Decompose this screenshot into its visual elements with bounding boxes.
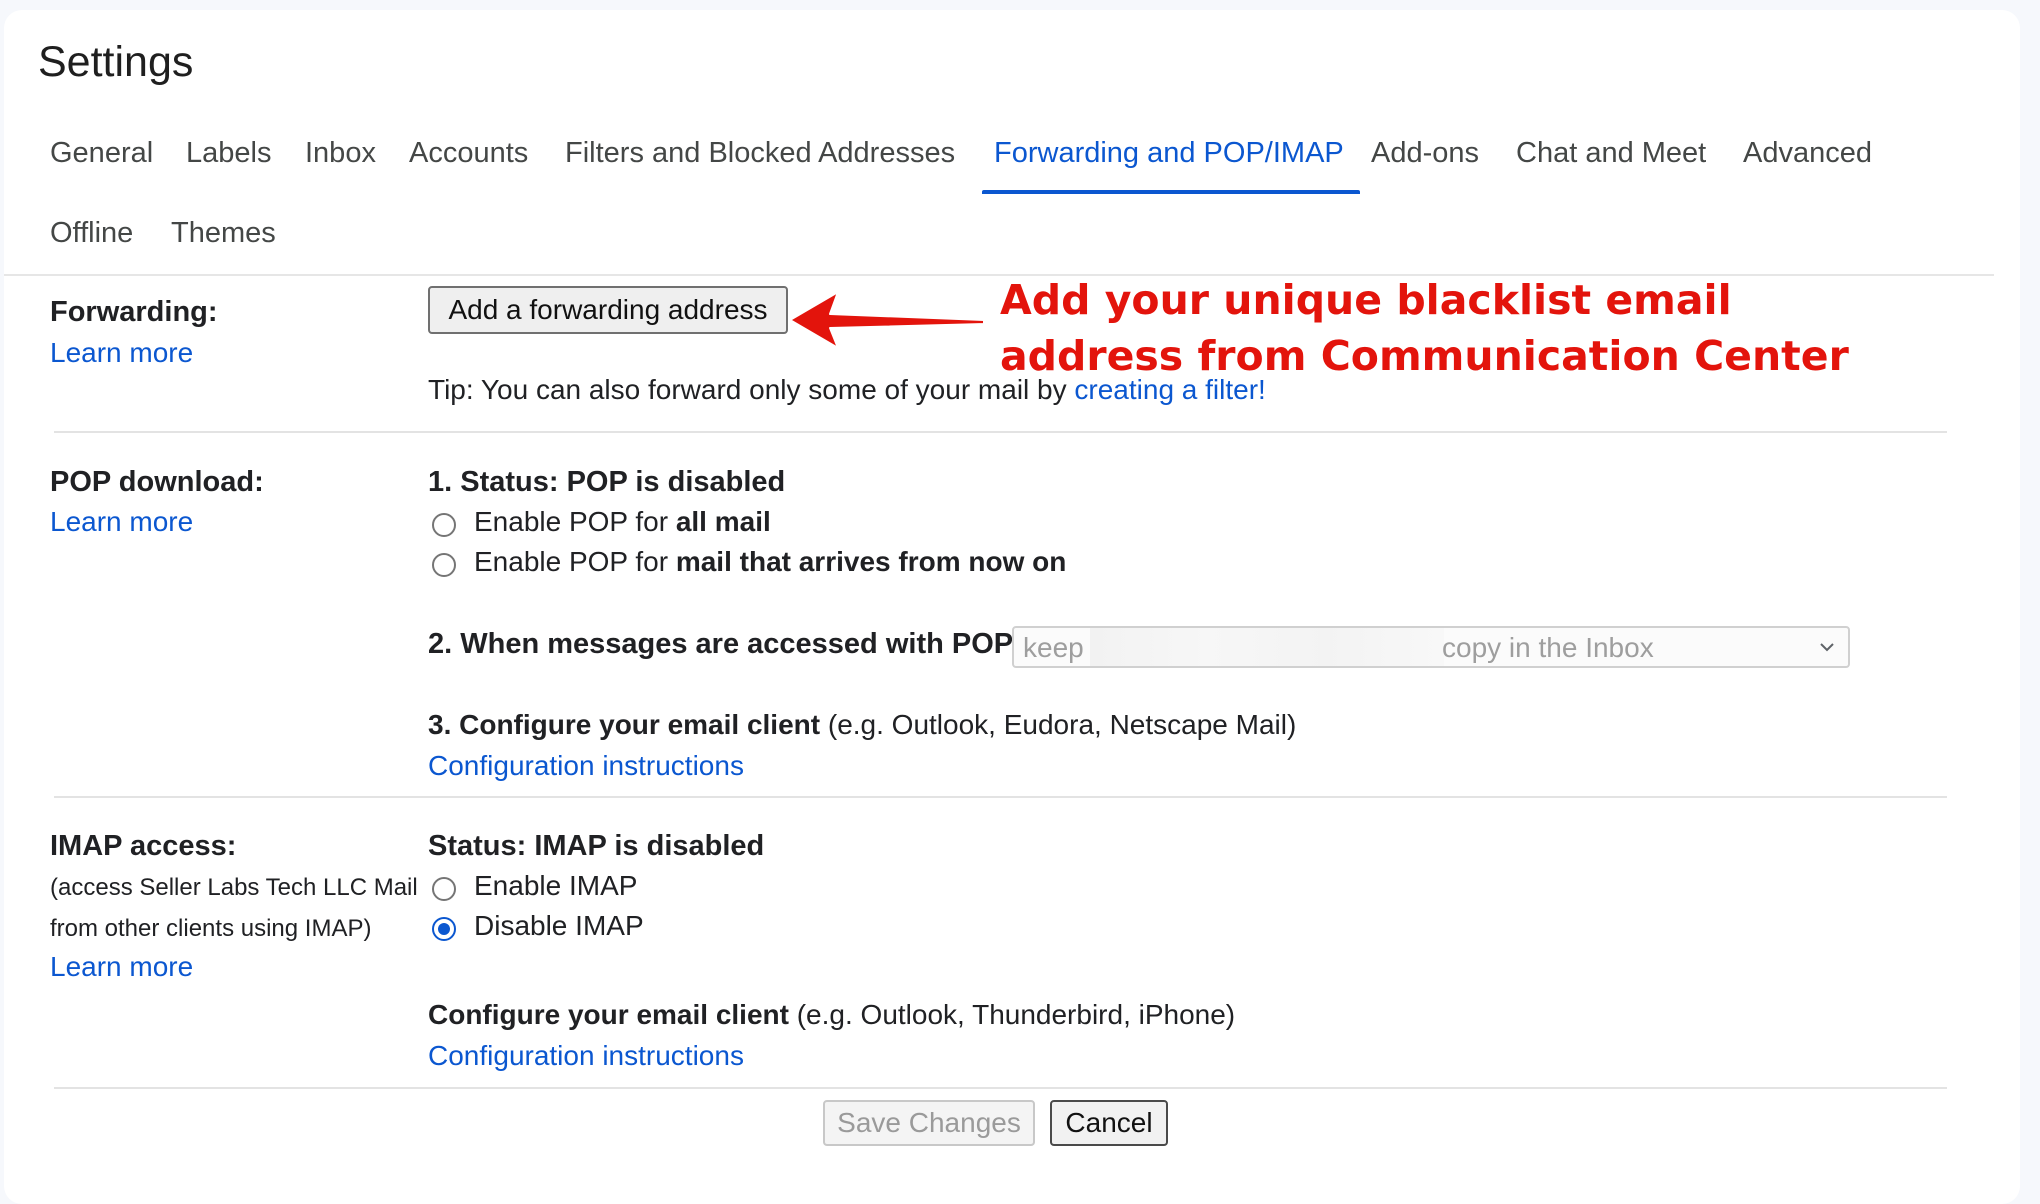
forwarding-tip: Tip: You can also forward only some of y… <box>428 374 1266 406</box>
annotation-arrow-icon <box>790 291 984 348</box>
enable-imap-label: Enable IMAP <box>474 870 638 901</box>
tab-inbox[interactable]: Inbox <box>305 137 376 170</box>
pop-download-label: POP download: <box>50 466 264 498</box>
page-title: Settings <box>38 38 194 86</box>
imap-configure-examples: (e.g. Outlook, Thunderbird, iPhone) <box>788 999 1236 1030</box>
active-tab-indicator <box>982 190 1360 194</box>
cancel-button[interactable]: Cancel <box>1050 1100 1168 1146</box>
pop-all-mail-label: Enable POP for all mail <box>474 506 771 538</box>
tab-forwarding-pop-imap[interactable]: Forwarding and POP/IMAP <box>994 137 1344 170</box>
pop-from-now-radio[interactable] <box>432 553 456 577</box>
imap-status: Status: IMAP is disabled <box>428 830 765 862</box>
tab-accounts[interactable]: Accounts <box>409 137 528 170</box>
pop-all-mail-bold: all mail <box>675 506 771 537</box>
imap-configuration-instructions-link[interactable]: Configuration instructions <box>428 1040 744 1072</box>
tab-themes[interactable]: Themes <box>171 217 276 250</box>
forwarding-learn-more-link[interactable]: Learn more <box>50 337 193 369</box>
pop-all-mail-prefix: Enable POP for <box>474 506 676 537</box>
save-changes-button[interactable]: Save Changes <box>823 1100 1035 1146</box>
pop-action-select-value: copy in the Inbox <box>1442 632 1654 663</box>
pop-action-select[interactable]: keep copy in the Inbox <box>1012 626 1850 668</box>
pop-all-mail-radio[interactable] <box>432 513 456 537</box>
chevron-down-icon <box>1820 643 1834 652</box>
imap-description-line-1: (access Seller Labs Tech LLC Mail <box>50 874 418 901</box>
pop-from-now-label: Enable POP for mail that arrives from no… <box>474 546 1066 578</box>
pop-configuration-instructions-link[interactable]: Configuration instructions <box>428 750 744 782</box>
pop-from-now-prefix: Enable POP for <box>474 546 676 577</box>
imap-configure-text: Configure your email client (e.g. Outloo… <box>428 999 1235 1031</box>
section-divider <box>54 1087 1947 1089</box>
disable-imap-label: Disable IMAP <box>474 910 644 941</box>
section-divider <box>54 796 1947 798</box>
tab-chat-and-meet[interactable]: Chat and Meet <box>1516 137 1706 170</box>
imap-configure-bold: Configure your email client <box>428 999 789 1030</box>
settings-card: Settings General Labels Inbox Accounts F… <box>4 10 2020 1204</box>
create-filter-link[interactable]: creating a filter! <box>1074 374 1265 405</box>
pop-access-label: 2. When messages are accessed with POP <box>428 628 1014 660</box>
disable-imap-radio[interactable] <box>432 917 456 941</box>
tab-offline[interactable]: Offline <box>50 217 133 250</box>
annotation-line-1: Add your unique blacklist email <box>1000 276 1732 324</box>
forwarding-label: Forwarding: <box>50 296 218 328</box>
imap-access-label: IMAP access: <box>50 830 237 862</box>
pop-from-now-bold: mail that arrives from now on <box>675 546 1067 577</box>
imap-description-line-2: from other clients using IMAP) <box>50 915 372 942</box>
tab-advanced[interactable]: Advanced <box>1743 137 1872 170</box>
tab-add-ons[interactable]: Add-ons <box>1371 137 1479 170</box>
pop-configure-bold: 3. Configure your email client <box>428 709 821 740</box>
section-divider <box>54 431 1947 433</box>
pop-action-select-keep: keep <box>1023 632 1084 663</box>
pop-learn-more-link[interactable]: Learn more <box>50 506 193 538</box>
tab-labels[interactable]: Labels <box>186 137 271 170</box>
enable-imap-radio[interactable] <box>432 877 456 901</box>
add-forwarding-address-button[interactable]: Add a forwarding address <box>428 286 788 334</box>
imap-learn-more-link[interactable]: Learn more <box>50 951 193 983</box>
pop-configure-examples: (e.g. Outlook, Eudora, Netscape Mail) <box>820 709 1297 740</box>
redacted-region <box>1090 628 1444 666</box>
forwarding-tip-text: Tip: You can also forward only some of y… <box>428 374 1075 405</box>
annotation-callout: Add your unique blacklist email address … <box>1000 272 1849 384</box>
pop-status: 1. Status: POP is disabled <box>428 466 786 498</box>
pop-configure-text: 3. Configure your email client (e.g. Out… <box>428 709 1296 741</box>
tab-filters[interactable]: Filters and Blocked Addresses <box>565 137 955 170</box>
tab-general[interactable]: General <box>50 137 153 170</box>
